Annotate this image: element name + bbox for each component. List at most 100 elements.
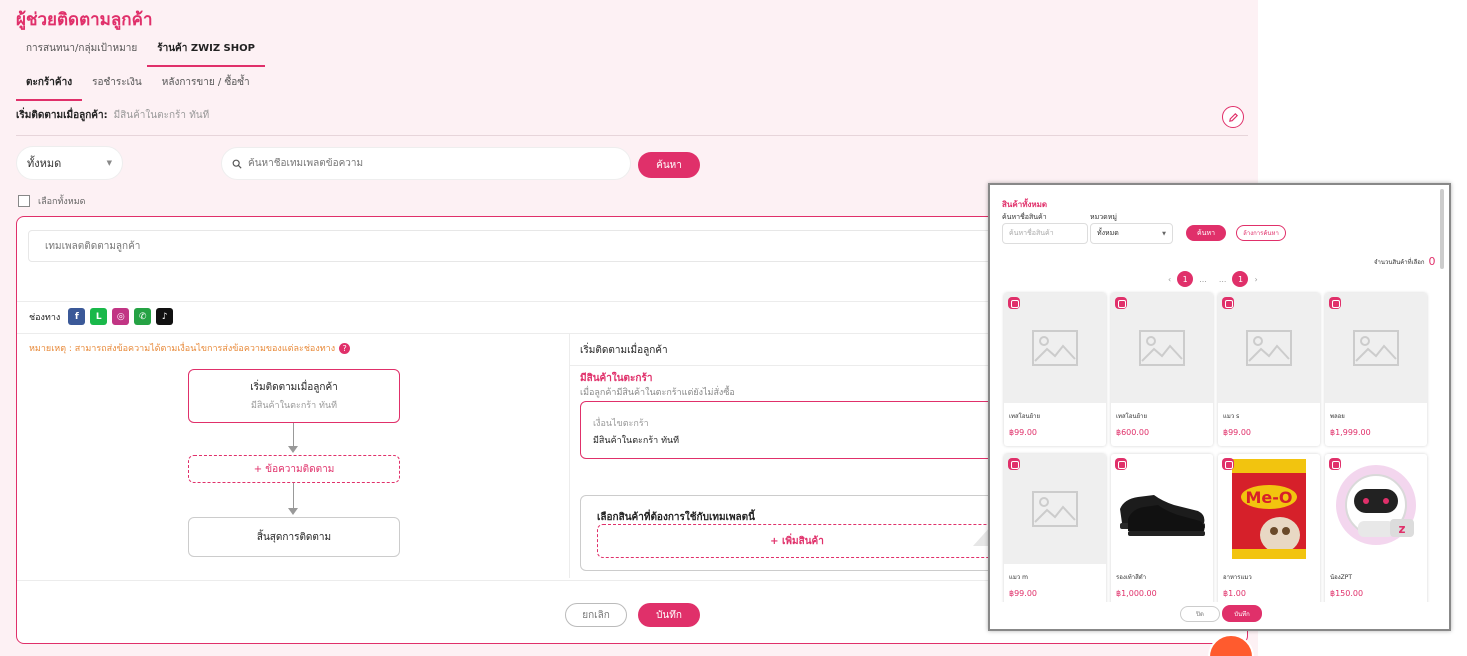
image-placeholder-icon (1218, 293, 1320, 403)
modal-title: สินค้าทั้งหมด (1002, 200, 1048, 209)
product-price: ฿150.00 (1330, 589, 1364, 598)
add-product-button[interactable]: + เพิ่มสินค้า (597, 524, 997, 558)
product-picker-modal: สินค้าทั้งหมด ค้นหาชื่อสินค้า หมวดหมู่ ค… (988, 183, 1451, 631)
page-ellipsis: ... (1218, 274, 1227, 284)
tiktok-icon[interactable]: ♪ (156, 308, 174, 325)
product-price: ฿99.00 (1223, 428, 1251, 437)
flow-connector (293, 483, 294, 509)
selected-count-label: จำนวนสินค้าที่เลือก (1374, 258, 1425, 266)
page-title: ผู้ช่วยติดตามลูกค้า (16, 10, 153, 30)
product-name: น้องZPT (1330, 574, 1353, 581)
search-button[interactable]: ค้นหา (638, 152, 700, 178)
search-icon (232, 159, 242, 169)
svg-text:Me-O: Me-O (1245, 488, 1292, 507)
cat-food-bag-image: Me-O (1218, 454, 1320, 564)
select-badge-icon[interactable] (1222, 297, 1234, 309)
select-all-checkbox[interactable]: เลือกทั้งหมด (18, 194, 85, 208)
product-name: อาหารแมว (1223, 574, 1252, 581)
product-name: แมว m (1009, 574, 1028, 581)
product-search-button[interactable]: ค้นหา (1186, 225, 1226, 241)
product-name-input[interactable]: ค้นหาชื่อสินค้า (1002, 223, 1088, 244)
template-search-input[interactable] (248, 158, 608, 169)
modal-save-button[interactable]: บันทึก (1222, 605, 1262, 622)
tab-after-sale-repurchase[interactable]: หลังการขาย / ซื้อซ้ำ (152, 72, 260, 101)
product-name-label: ค้นหาชื่อสินค้า (1002, 213, 1047, 221)
category-select-value: ทั้งหมด (1097, 229, 1119, 237)
category-dropdown[interactable]: ทั้งหมด ▼ (16, 146, 123, 180)
template-name-input[interactable]: เทมเพลตติดตามลูกค้า (28, 230, 1008, 262)
tab-conversation-target[interactable]: การสนทนา/กลุ่มเป้าหมาย (16, 38, 147, 67)
product-price: ฿99.00 (1009, 589, 1037, 598)
arrow-down-icon (288, 508, 298, 515)
chevron-left-icon[interactable]: ‹ (1168, 275, 1171, 284)
cart-condition-box[interactable]: เงื่อนไขตะกร้า มีสินค้าในตะกร้า ทันที (580, 401, 1010, 459)
flow-start-node[interactable]: เริ่มติดตามเมื่อลูกค้า มีสินค้าในตะกร้า … (188, 369, 400, 423)
select-badge-icon[interactable] (1115, 297, 1127, 309)
panel-subtitle: มีสินค้าในตะกร้า (580, 373, 653, 384)
category-label: หมวดหมู่ (1090, 213, 1117, 221)
flow-end-node[interactable]: สิ้นสุดการติดตาม (188, 517, 400, 557)
svg-text:z: z (1399, 522, 1406, 536)
product-category-select[interactable]: ทั้งหมด ▼ (1090, 223, 1173, 244)
selected-count: จำนวนสินค้าที่เลือก 0 (1374, 255, 1436, 268)
edit-button[interactable] (1222, 106, 1244, 128)
product-card[interactable]: พลอย ฿1,999.00 (1325, 293, 1427, 446)
sub-tabs: ตะกร้าค้าง รอชำระเงิน หลังการขาย / ซื้อซ… (16, 72, 260, 101)
select-badge-icon[interactable] (1222, 458, 1234, 470)
select-badge-icon[interactable] (1008, 458, 1020, 470)
caret-down-icon: ▼ (1162, 230, 1166, 237)
tab-abandoned-cart[interactable]: ตะกร้าค้าง (16, 72, 83, 101)
robot-mascot-image: z (1325, 454, 1427, 564)
channel-label: ช่องทาง (29, 312, 61, 323)
product-price: ฿1,000.00 (1116, 589, 1157, 598)
facebook-icon[interactable]: f (68, 308, 86, 325)
image-placeholder-icon (1325, 293, 1427, 403)
product-name: เทสโอนย้าย (1116, 413, 1147, 420)
caret-down-icon: ▼ (106, 159, 112, 167)
channel-note: หมายเหตุ : สามารถส่งข้อความได้ตามเงื่อนไ… (29, 341, 351, 355)
save-button[interactable]: บันทึก (638, 603, 700, 627)
product-price: ฿1,999.00 (1330, 428, 1371, 437)
trigger-label: เริ่มติดตามเมื่อลูกค้า: (16, 110, 108, 121)
select-badge-icon[interactable] (1008, 297, 1020, 309)
product-card[interactable]: รองเท้าสีดำ ฿1,000.00 (1111, 454, 1213, 607)
checkbox-box[interactable] (18, 195, 30, 207)
product-card[interactable]: แมว s ฿99.00 (1218, 293, 1320, 446)
main-tabs: การสนทนา/กลุ่มเป้าหมาย ร้านค้า ZWIZ SHOP (16, 38, 265, 67)
page-first[interactable]: 1 (1177, 271, 1194, 287)
panel-header: เริ่มติดตามเมื่อลูกค้า (580, 345, 668, 356)
tab-zwiz-shop[interactable]: ร้านค้า ZWIZ SHOP (147, 38, 265, 67)
modal-close-button[interactable]: ปิด (1180, 606, 1220, 622)
product-name: แมว s (1223, 413, 1240, 420)
product-price: ฿600.00 (1116, 428, 1150, 437)
pagination: ‹ 1 ... ... 1 › (1168, 271, 1258, 287)
cancel-button[interactable]: ยกเลิก (565, 603, 627, 627)
add-follow-message-button[interactable]: + ข้อความติดตาม (188, 455, 400, 483)
product-card[interactable]: เทสโอนย้าย ฿99.00 (1004, 293, 1106, 446)
note-text: หมายเหตุ : สามารถส่งข้อความได้ตามเงื่อนไ… (29, 344, 336, 354)
clear-search-button[interactable]: ล้างการค้นหา (1236, 225, 1286, 241)
cart-condition-label: เงื่อนไขตะกร้า (593, 419, 649, 429)
panel-description: เมื่อลูกค้ามีสินค้าในตะกร้าแต่ยังไม่สั่ง… (580, 388, 735, 398)
page-last[interactable]: 1 (1232, 271, 1249, 287)
select-badge-icon[interactable] (1115, 458, 1127, 470)
line-icon[interactable]: L (90, 308, 108, 325)
product-card[interactable]: Me-O อาหารแมว ฿1.00 (1218, 454, 1320, 607)
product-card[interactable]: z น้องZPT ฿150.00 (1325, 454, 1427, 607)
product-name: รองเท้าสีดำ (1116, 574, 1147, 581)
product-name: เทสโอนย้าย (1009, 413, 1040, 420)
tab-awaiting-payment[interactable]: รอชำระเงิน (82, 72, 152, 101)
product-name: พลอย (1330, 413, 1345, 420)
select-badge-icon[interactable] (1329, 297, 1341, 309)
whatsapp-icon[interactable]: ✆ (134, 308, 152, 325)
template-search (221, 147, 631, 180)
chevron-right-icon[interactable]: › (1254, 275, 1257, 284)
product-price: ฿99.00 (1009, 428, 1037, 437)
select-badge-icon[interactable] (1329, 458, 1341, 470)
select-all-label: เลือกทั้งหมด (38, 197, 86, 207)
instagram-icon[interactable]: ◎ (112, 308, 130, 325)
product-card[interactable]: เทสโอนย้าย ฿600.00 (1111, 293, 1213, 446)
scrollbar[interactable] (1440, 189, 1444, 269)
product-card[interactable]: แมว m ฿99.00 (1004, 454, 1106, 607)
help-icon[interactable]: ? (339, 342, 351, 354)
